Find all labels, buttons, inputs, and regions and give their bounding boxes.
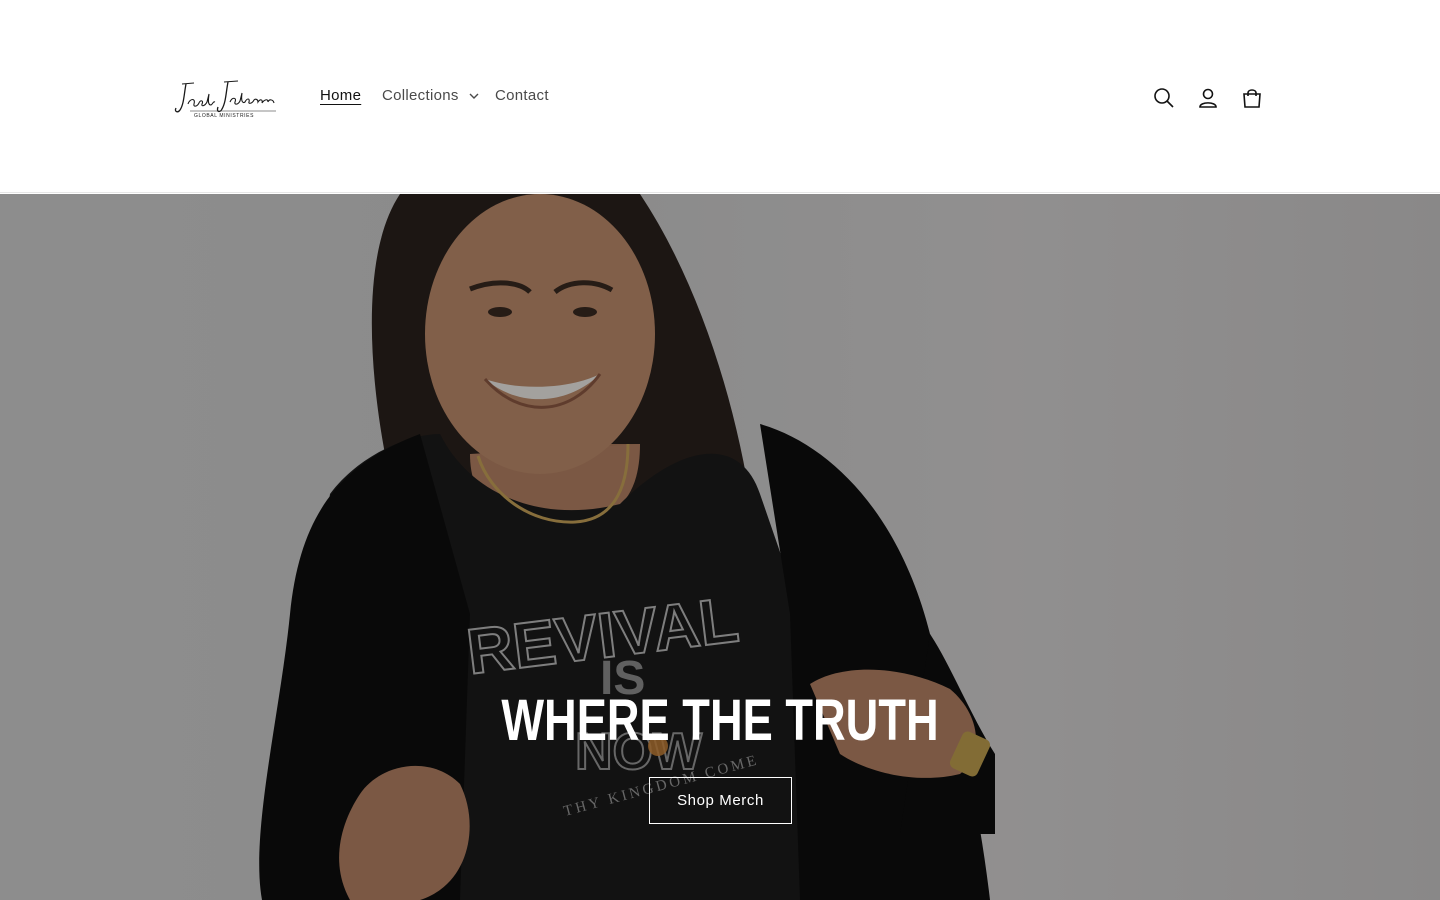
search-icon	[1154, 88, 1174, 108]
nav-home[interactable]: Home	[320, 86, 361, 106]
chevron-down-icon	[469, 93, 479, 99]
account-icon	[1199, 88, 1217, 108]
nav-collections-label: Collections	[382, 87, 459, 104]
search-button[interactable]	[1142, 76, 1186, 120]
logo-signature-icon: GLOBAL MINISTRIES	[174, 80, 276, 119]
logo-subtitle: GLOBAL MINISTRIES	[194, 113, 254, 119]
hero-banner: REVIVAL IS NOW THY KINGDOM COME WHERE TH…	[0, 194, 1440, 900]
nav-collections[interactable]: Collections	[382, 86, 479, 106]
hero-heading: WHERE THE TRUTH	[501, 688, 939, 753]
shop-merch-button[interactable]: Shop Merch	[649, 777, 792, 824]
account-button[interactable]	[1186, 76, 1230, 120]
site-header: GLOBAL MINISTRIES Home Collections Conta…	[0, 0, 1440, 193]
cart-button[interactable]	[1230, 76, 1274, 120]
brand-logo[interactable]: GLOBAL MINISTRIES	[172, 76, 278, 120]
cart-icon	[1243, 89, 1261, 108]
nav-contact[interactable]: Contact	[495, 86, 549, 106]
